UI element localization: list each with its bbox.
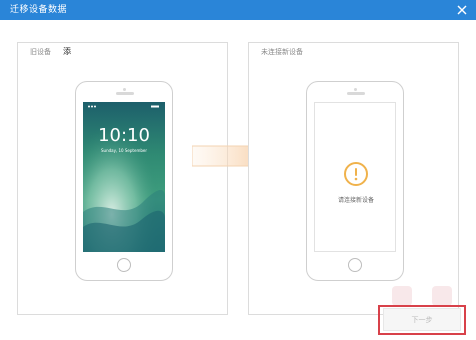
- lock-screen: 10:10 Sunday, 10 September: [83, 102, 165, 252]
- lock-screen-date: Sunday, 10 September: [101, 148, 147, 153]
- next-step-button[interactable]: 下一步: [383, 308, 461, 331]
- connect-device-message: 请连接新设备: [337, 197, 374, 204]
- exclamation-icon: [344, 162, 368, 186]
- speaker-icon: [347, 92, 365, 95]
- decorative-blob: [392, 286, 412, 306]
- camera-icon: [123, 88, 126, 91]
- old-device-phone: 10:10 Sunday, 10 September: [75, 81, 173, 281]
- close-button[interactable]: [454, 2, 470, 18]
- new-device-phone: 请连接新设备: [306, 81, 404, 281]
- home-button-icon: [117, 258, 131, 272]
- dialog-content: 旧设备 添 10:10 Sunday, 10 September 未连接新设备 …: [0, 20, 476, 340]
- camera-icon: [354, 88, 357, 91]
- new-device-label: 未连接新设备: [261, 48, 303, 56]
- speaker-icon: [116, 92, 134, 95]
- status-bar: [88, 105, 159, 108]
- title-bar: 迁移设备数据: [0, 0, 476, 20]
- blank-screen: 请连接新设备: [314, 102, 396, 252]
- home-button-icon: [348, 258, 362, 272]
- decorative-blob: [432, 286, 452, 306]
- close-icon: [457, 5, 467, 15]
- old-device-label: 旧设备: [30, 48, 51, 56]
- new-device-panel: 未连接新设备 请连接新设备: [248, 42, 459, 315]
- old-device-name: 添: [63, 47, 71, 56]
- lock-screen-time: 10:10: [98, 125, 150, 146]
- window-title: 迁移设备数据: [10, 5, 68, 15]
